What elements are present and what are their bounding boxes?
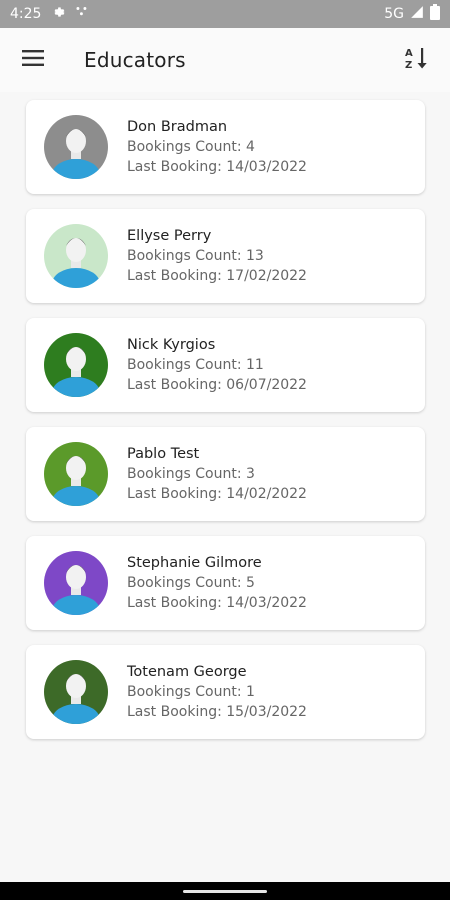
person-avatar-icon xyxy=(44,115,108,179)
status-bar: 4:25 5G xyxy=(0,0,450,28)
educator-info: Nick Kyrgios Bookings Count: 11 Last Boo… xyxy=(127,337,307,393)
network-label: 5G xyxy=(384,6,404,22)
last-booking: Last Booking: 14/02/2022 xyxy=(127,486,307,502)
avatar xyxy=(44,224,108,288)
cast-icon xyxy=(75,5,89,23)
avatar xyxy=(44,442,108,506)
avatar xyxy=(44,660,108,724)
svg-text:Z: Z xyxy=(405,60,412,71)
last-booking: Last Booking: 14/03/2022 xyxy=(127,159,307,175)
educator-card[interactable]: Nick Kyrgios Bookings Count: 11 Last Boo… xyxy=(26,318,425,412)
bookings-count: Bookings Count: 13 xyxy=(127,248,264,264)
page-title: Educators xyxy=(84,48,186,72)
educator-name: Totenam George xyxy=(127,664,247,680)
educator-name: Stephanie Gilmore xyxy=(127,555,262,571)
last-booking: Last Booking: 06/07/2022 xyxy=(127,377,307,393)
sort-az-icon: A Z xyxy=(404,45,430,75)
signal-icon xyxy=(410,5,424,23)
system-navigation-bar xyxy=(0,882,450,900)
last-booking: Last Booking: 15/03/2022 xyxy=(127,704,307,720)
sort-button[interactable]: A Z xyxy=(384,28,450,92)
educator-name: Nick Kyrgios xyxy=(127,337,216,353)
bookings-count: Bookings Count: 11 xyxy=(127,357,264,373)
educator-info: Ellyse Perry Bookings Count: 13 Last Boo… xyxy=(127,228,307,284)
battery-icon xyxy=(430,4,440,24)
educator-card[interactable]: Totenam George Bookings Count: 1 Last Bo… xyxy=(26,645,425,739)
home-gesture-handle[interactable] xyxy=(183,889,267,893)
person-avatar-icon xyxy=(44,442,108,506)
status-right: 5G xyxy=(384,4,440,24)
person-avatar-icon xyxy=(44,551,108,615)
educator-info: Stephanie Gilmore Bookings Count: 5 Last… xyxy=(127,555,307,611)
educator-card[interactable]: Pablo Test Bookings Count: 3 Last Bookin… xyxy=(26,427,425,521)
person-avatar-icon xyxy=(44,224,108,288)
educator-name: Pablo Test xyxy=(127,446,200,462)
educator-card[interactable]: Ellyse Perry Bookings Count: 13 Last Boo… xyxy=(26,209,425,303)
bookings-count: Bookings Count: 4 xyxy=(127,139,255,155)
educator-list: Don Bradman Bookings Count: 4 Last Booki… xyxy=(26,100,425,739)
hamburger-menu-icon xyxy=(22,50,44,70)
last-booking: Last Booking: 14/03/2022 xyxy=(127,595,307,611)
educator-info: Totenam George Bookings Count: 1 Last Bo… xyxy=(127,664,307,720)
status-left: 4:25 xyxy=(10,5,89,23)
educator-info: Pablo Test Bookings Count: 3 Last Bookin… xyxy=(127,446,307,502)
educator-card[interactable]: Stephanie Gilmore Bookings Count: 5 Last… xyxy=(26,536,425,630)
educator-name: Don Bradman xyxy=(127,119,228,135)
app-bar: Educators A Z xyxy=(0,28,450,92)
settings-icon xyxy=(51,5,65,23)
status-time: 4:25 xyxy=(10,6,42,22)
svg-text:A: A xyxy=(405,48,413,59)
educator-card[interactable]: Don Bradman Bookings Count: 4 Last Booki… xyxy=(26,100,425,194)
bookings-count: Bookings Count: 1 xyxy=(127,684,255,700)
bookings-count: Bookings Count: 3 xyxy=(127,466,255,482)
educator-name: Ellyse Perry xyxy=(127,228,212,244)
menu-button[interactable] xyxy=(0,28,66,92)
person-avatar-icon xyxy=(44,660,108,724)
avatar xyxy=(44,333,108,397)
avatar xyxy=(44,551,108,615)
educator-info: Don Bradman Bookings Count: 4 Last Booki… xyxy=(127,119,307,175)
last-booking: Last Booking: 17/02/2022 xyxy=(127,268,307,284)
avatar xyxy=(44,115,108,179)
person-avatar-icon xyxy=(44,333,108,397)
bookings-count: Bookings Count: 5 xyxy=(127,575,255,591)
